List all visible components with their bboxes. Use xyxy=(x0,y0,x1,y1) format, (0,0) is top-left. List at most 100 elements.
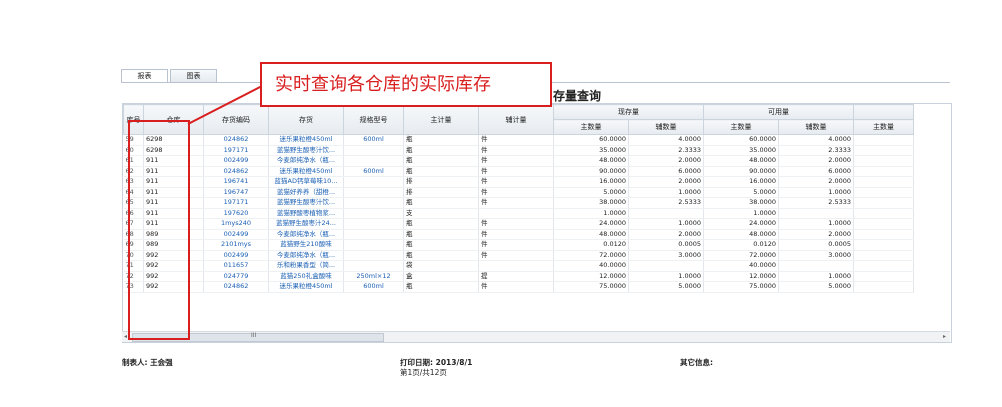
table-row[interactable]: 71 992 011657 乐和粉果香型（简... 袋 40.0000 40.0000 xyxy=(123,260,914,272)
table-cell: 蓝猫野酸枣植物浆... xyxy=(268,208,344,219)
col-header[interactable]: 辅数量 xyxy=(778,119,854,135)
table-row[interactable]: 59 6298 024862 迷乐果粒橙450ml 600ml 瓶件 60.0000 4.00… xyxy=(123,134,914,146)
table-cell: 196741 xyxy=(203,176,269,188)
table-row[interactable]: 65 911 197171 蓝猫野生酸枣汁饮... 瓶件 38.0000 2.5333 38.… xyxy=(123,197,914,209)
table-cell xyxy=(853,155,914,167)
table-cell: 5.0000 xyxy=(628,281,704,293)
table-row[interactable]: 69 989 2101mys 蓝猫野生210酸味瓶件 0.0120 0.0005 0.012… xyxy=(123,239,914,251)
table-cell: 迷乐果粒橙450ml xyxy=(268,134,344,146)
col-header[interactable]: 辅计量 xyxy=(478,104,554,135)
table-cell xyxy=(853,208,914,219)
table-cell: 支 xyxy=(403,208,479,219)
table-cell xyxy=(343,145,404,156)
table-cell: 35.0000 xyxy=(553,145,629,156)
table-row[interactable]: 61 911 002499 今麦郎纯净水（瓶... 瓶件 48.0000 2.0000 48.… xyxy=(123,155,914,167)
col-header[interactable]: 主数量 xyxy=(703,119,779,135)
table-cell: 197171 xyxy=(203,145,269,156)
table-row[interactable]: 72 992 024779 蓝猫250礼盒酸味 250ml×12 盒提 12.0000 1.0… xyxy=(123,271,914,282)
group-header-empty xyxy=(853,104,914,120)
table-cell xyxy=(478,208,554,219)
table-cell: 盒 xyxy=(403,271,479,282)
col-header[interactable]: 主计量 xyxy=(403,104,479,135)
table-cell: 件 xyxy=(478,239,554,251)
table-cell: 5.0000 xyxy=(553,187,629,198)
footer-page: 第1页/共12页 xyxy=(400,368,447,377)
table-cell xyxy=(343,229,404,240)
scroll-left-icon[interactable]: ◂ xyxy=(124,333,127,340)
table-cell: 件 xyxy=(478,197,554,209)
horizontal-scrollbar[interactable]: ◂ III ▸ xyxy=(122,331,950,342)
table-cell xyxy=(778,208,854,219)
table-cell xyxy=(853,176,914,188)
table-cell: 4.0000 xyxy=(778,134,854,146)
table-row[interactable]: 67 911 1mys240 蓝猫野生酸枣汁24... 瓶件 24.0000 1.0000 2… xyxy=(123,218,914,230)
table-cell: 件 xyxy=(478,218,554,230)
table-row[interactable]: 68 989 002499 今麦郎纯净水（瓶... 瓶件 48.0000 2.0000 48.… xyxy=(123,229,914,240)
col-header[interactable]: 规格型号 xyxy=(343,104,404,135)
table-cell xyxy=(853,229,914,240)
table-cell: 蓝猫好养养（甜橙... xyxy=(268,187,344,198)
table-cell: 2.0000 xyxy=(778,229,854,240)
table-cell: 250ml×12 xyxy=(343,271,404,282)
table-cell: 瓶 xyxy=(403,134,479,146)
col-header[interactable]: 存货 xyxy=(268,104,344,135)
table-cell: 024862 xyxy=(203,134,269,146)
col-header[interactable]: 主数量 xyxy=(853,119,914,135)
table-cell xyxy=(853,134,914,146)
table-cell: 48.0000 xyxy=(703,229,779,240)
table-cell: 蓝猫野生酸枣汁饮... xyxy=(268,145,344,156)
table-row[interactable]: 64 911 196747 蓝猫好养养（甜橙... 排件 5.0000 1.0000 5.00… xyxy=(123,187,914,198)
table-row[interactable]: 60 6298 197171 蓝猫野生酸枣汁饮... 瓶件 35.0000 2.3333 35… xyxy=(123,145,914,156)
table-row[interactable]: 66 911 197620 蓝猫野酸枣植物浆... 支 1.0000 1.0000 xyxy=(123,208,914,219)
table-cell: 件 xyxy=(478,176,554,188)
table-cell: 排 xyxy=(403,176,479,188)
table-cell: 60.0000 xyxy=(553,134,629,146)
footer-other-info: 其它信息: xyxy=(680,358,713,367)
table-cell: 瓶 xyxy=(403,145,479,156)
table-row[interactable]: 70 992 002499 今麦郎纯净水（瓶... 瓶件 72.0000 3.0000 72.… xyxy=(123,250,914,261)
table-cell: 12.0000 xyxy=(703,271,779,282)
table-cell: 002499 xyxy=(203,229,269,240)
table-cell: 6.0000 xyxy=(628,166,704,177)
table-cell xyxy=(343,239,404,251)
table-cell: 48.0000 xyxy=(703,155,779,167)
table-cell: 75.0000 xyxy=(703,281,779,293)
table-cell: 2.0000 xyxy=(628,176,704,188)
table-row[interactable]: 62 911 024862 迷乐果粒橙450ml 600ml 瓶件 90.0000 6.000… xyxy=(123,166,914,177)
table-cell: 197171 xyxy=(203,197,269,209)
callout-pointer xyxy=(187,85,263,125)
col-header[interactable]: 辅数量 xyxy=(628,119,704,135)
table-cell: 袋 xyxy=(403,260,479,272)
table-cell xyxy=(478,260,554,272)
table-cell: 件 xyxy=(478,166,554,177)
table-cell: 蓝猫野生酸枣汁饮... xyxy=(268,197,344,209)
table-cell: 件 xyxy=(478,134,554,146)
table-cell: 600ml xyxy=(343,134,404,146)
table-cell xyxy=(343,197,404,209)
table-cell: 2.0000 xyxy=(778,155,854,167)
table-cell: 2.0000 xyxy=(628,155,704,167)
table-cell: 瓶 xyxy=(403,218,479,230)
table-cell: 024862 xyxy=(203,281,269,293)
scroll-right-icon[interactable]: ▸ xyxy=(943,333,946,340)
table-cell: 90.0000 xyxy=(703,166,779,177)
table-cell: 75.0000 xyxy=(553,281,629,293)
table-cell: 瓶 xyxy=(403,281,479,293)
table-row[interactable]: 73 992 024862 迷乐果粒橙450ml 600ml 瓶件 75.0000 5.000… xyxy=(123,281,914,293)
table-cell xyxy=(853,281,914,293)
tab-chart[interactable]: 图表 xyxy=(170,69,217,83)
table-cell: 0.0120 xyxy=(703,239,779,251)
table-cell: 1mys240 xyxy=(203,218,269,230)
table-cell: 197620 xyxy=(203,208,269,219)
tab-report[interactable]: 报表 xyxy=(121,69,168,83)
stock-table: 库号 仓库 存货编码 存货 规格型号 主计量 辅计量 现存量 可用量 主数量 辅… xyxy=(122,103,952,343)
table-cell: 72.0000 xyxy=(703,250,779,261)
col-header[interactable]: 主数量 xyxy=(553,119,629,135)
table-cell: 2101mys xyxy=(203,239,269,251)
annotation-callout: 实时查询各仓库的实际库存 xyxy=(260,62,552,107)
table-cell: 件 xyxy=(478,229,554,240)
table-cell: 40.0000 xyxy=(553,260,629,272)
table-row[interactable]: 63 911 196741 蓝猫AD钙草莓味10... 排件 16.0000 2.0000 1… xyxy=(123,176,914,188)
table-cell: 024779 xyxy=(203,271,269,282)
table-cell: 2.0000 xyxy=(778,176,854,188)
